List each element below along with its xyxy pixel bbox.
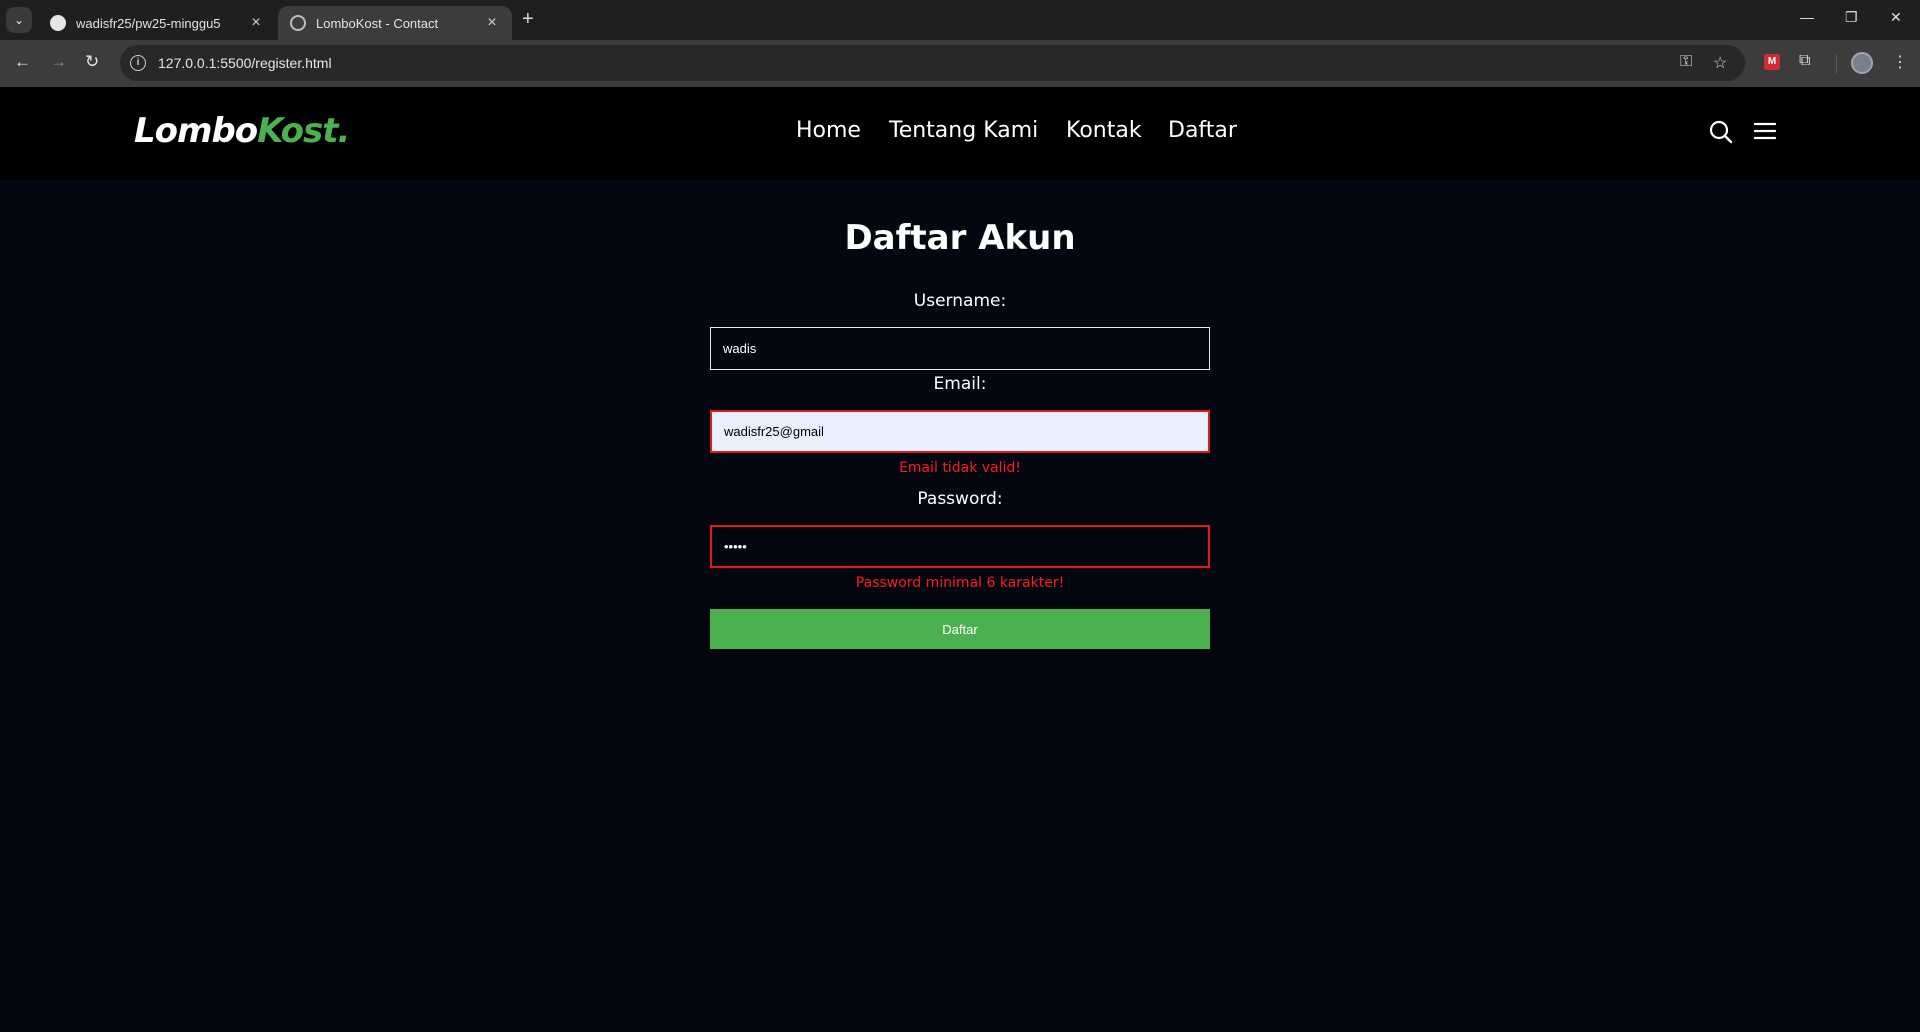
password-error-message: Password minimal 6 karakter! — [855, 575, 1065, 591]
url-text[interactable]: 127.0.0.1:5500/register.html — [158, 55, 332, 71]
password-field[interactable]: ••••• — [710, 525, 1210, 568]
tab-github[interactable]: wadisfr25/pw25-minggu5 × — [38, 6, 276, 40]
tab-lombokost[interactable]: LomboKost - Contact × — [278, 6, 512, 40]
logo-main: Lombo — [134, 111, 258, 151]
search-icon[interactable] — [1709, 120, 1733, 144]
back-icon[interactable]: ← — [14, 52, 31, 72]
toolbar-divider — [1836, 54, 1837, 74]
nav-home[interactable]: Home — [796, 118, 861, 143]
github-icon — [50, 15, 66, 31]
tab-search-button[interactable]: ⌄ — [6, 7, 32, 33]
close-icon[interactable]: × — [484, 14, 500, 32]
star-icon[interactable]: ☆ — [1713, 53, 1727, 73]
username-value: wadis — [723, 341, 757, 356]
nav-tentang-kami[interactable]: Tentang Kami — [889, 118, 1038, 143]
restore-icon[interactable]: ❐ — [1845, 9, 1858, 26]
email-error-message: Email tidak valid! — [899, 460, 1021, 476]
email-value: wadisfr25@gmail — [724, 424, 824, 439]
password-value: ••••• — [724, 539, 747, 554]
email-field[interactable]: wadisfr25@gmail — [710, 410, 1210, 453]
globe-icon — [290, 15, 306, 31]
close-window-icon[interactable]: ✕ — [1890, 9, 1902, 26]
email-label: Email: — [933, 374, 987, 394]
browser-toolbar: ← → ↻ i 127.0.0.1:5500/register.html ⚿ ☆… — [0, 40, 1920, 87]
submit-button[interactable]: Daftar — [710, 609, 1210, 649]
nav-kontak[interactable]: Kontak — [1066, 118, 1142, 143]
reload-icon[interactable]: ↻ — [85, 52, 99, 72]
password-label: Password: — [917, 489, 1003, 509]
puzzle-icon[interactable]: ⧉ — [1799, 52, 1810, 70]
profile-avatar[interactable] — [1851, 52, 1873, 74]
new-tab-button[interactable]: + — [522, 8, 534, 31]
username-field[interactable]: wadis — [710, 327, 1210, 370]
logo-accent: Kost. — [257, 111, 350, 151]
extension-icon[interactable]: M — [1764, 54, 1780, 70]
username-label: Username: — [913, 291, 1007, 311]
forward-icon[interactable]: → — [50, 52, 67, 72]
minimize-icon[interactable]: — — [1800, 9, 1814, 25]
tab-title: LomboKost - Contact — [316, 15, 439, 31]
close-icon[interactable]: × — [248, 14, 264, 32]
hamburger-menu-icon[interactable] — [1754, 122, 1776, 140]
site-logo[interactable]: LomboKost. — [134, 111, 350, 151]
tab-title: wadisfr25/pw25-minggu5 — [76, 15, 221, 31]
browser-tab-bar: ⌄ wadisfr25/pw25-minggu5 × LomboKost - C… — [0, 0, 1920, 40]
key-icon[interactable]: ⚿ — [1680, 53, 1692, 71]
address-bar[interactable]: i 127.0.0.1:5500/register.html ⚿ ☆ — [120, 45, 1745, 81]
more-vert-icon[interactable]: ⋮ — [1892, 52, 1908, 72]
site-info-icon[interactable]: i — [130, 55, 146, 71]
nav-daftar[interactable]: Daftar — [1168, 118, 1237, 143]
site-navbar: LomboKost. Home Tentang Kami Kontak Daft… — [0, 87, 1920, 180]
page-title: Daftar Akun — [844, 218, 1076, 258]
